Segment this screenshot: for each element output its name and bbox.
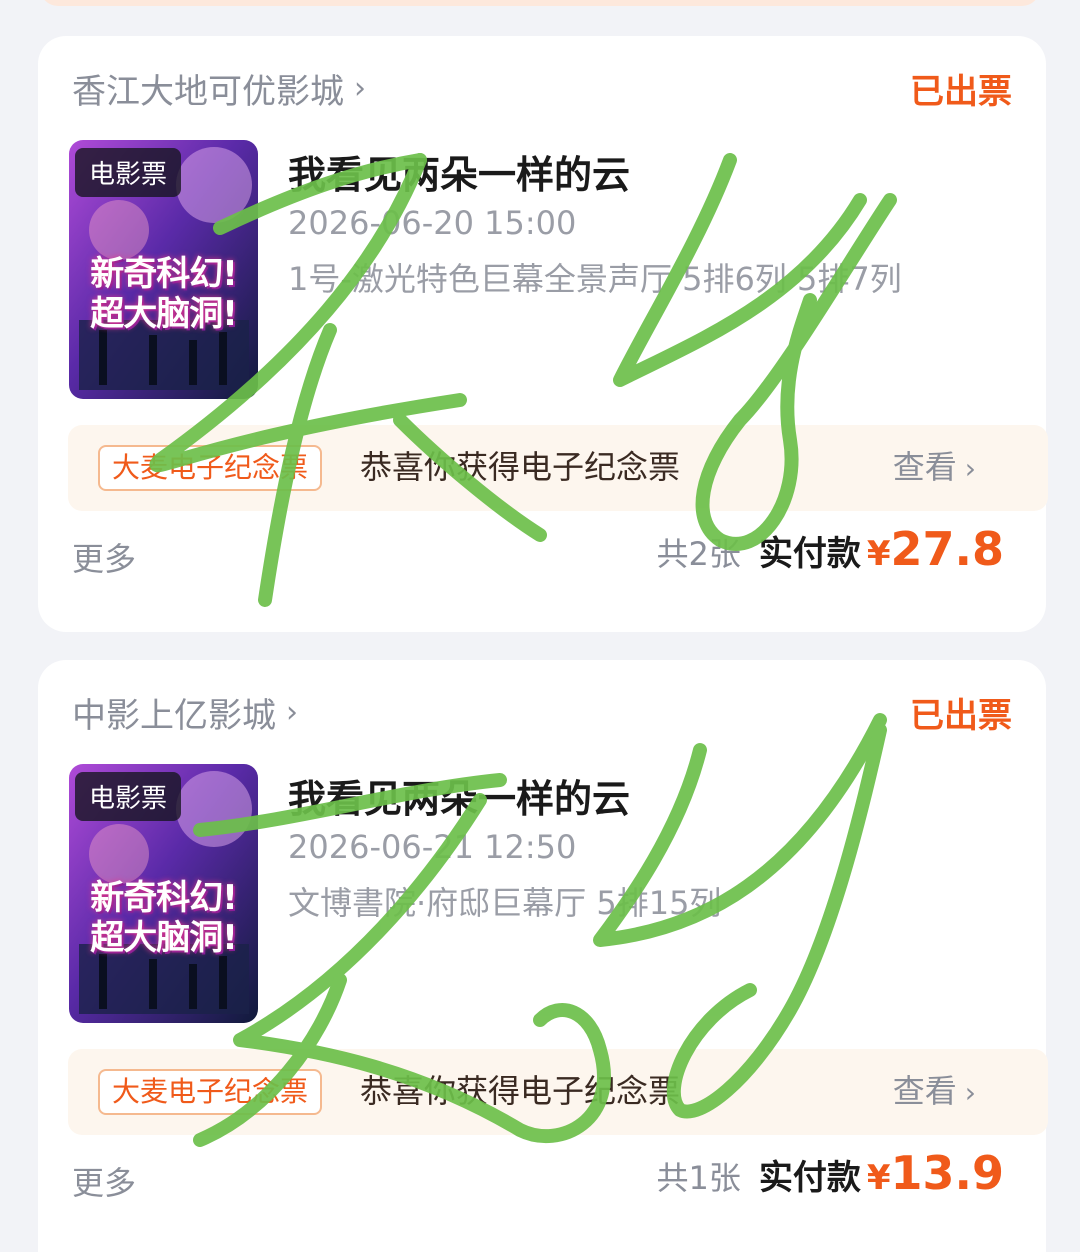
cinema-name: 香江大地可优影城	[72, 72, 344, 112]
poster-slogan-line: 超大脑洞!	[90, 918, 238, 958]
previous-card-edge	[40, 0, 1040, 6]
order-card[interactable]: 中影上亿影城 › 已出票 电影票 新奇科幻! 超大脑洞! 我看见两朵一样的云 2…	[38, 660, 1048, 1252]
souvenir-ticket-banner[interactable]: 大麦电子纪念票 恭喜你获得电子纪念票 查看 ›	[68, 425, 1048, 511]
hall-seat-info: 1号-激光特色巨幕全景声厅 5排6列 5排7列	[288, 260, 902, 298]
more-button[interactable]: 更多	[72, 1158, 136, 1204]
chevron-right-icon: ›	[964, 1076, 976, 1109]
payment-summary: 共2张 实付款 ¥ 27.8	[656, 522, 1004, 576]
poster-slogan-line: 新奇科幻!	[90, 254, 238, 294]
payment-summary: 共1张 实付款 ¥ 13.9	[656, 1146, 1004, 1200]
poster-slogan: 新奇科幻! 超大脑洞!	[73, 878, 254, 958]
ticket-status: 已出票	[910, 72, 1012, 112]
cinema-link[interactable]: 香江大地可优影城 ›	[72, 64, 366, 113]
souvenir-tag: 大麦电子纪念票	[98, 445, 323, 491]
chevron-right-icon: ›	[286, 695, 298, 730]
movie-title: 我看见两朵一样的云	[288, 777, 631, 821]
poster-slogan: 新奇科幻! 超大脑洞!	[73, 254, 254, 334]
order-list-page: 香江大地可优影城 › 已出票 电影票 新奇科幻! 超大脑洞! 我看见两朵一样的云…	[0, 0, 1080, 1252]
souvenir-text: 恭喜你获得电子纪念票	[360, 448, 681, 486]
hall-seat-info: 文博書院·府邸巨幕厅 5排15列	[288, 884, 722, 922]
chevron-right-icon: ›	[354, 71, 366, 106]
chevron-right-icon: ›	[964, 452, 976, 485]
currency-symbol: ¥	[866, 534, 891, 574]
show-time: 2026-06-20 15:00	[288, 204, 577, 242]
paid-label: 实付款	[758, 534, 861, 574]
more-button[interactable]: 更多	[72, 534, 136, 580]
movie-title: 我看见两朵一样的云	[288, 153, 631, 197]
order-card[interactable]: 香江大地可优影城 › 已出票 电影票 新奇科幻! 超大脑洞! 我看见两朵一样的云…	[38, 36, 1048, 632]
souvenir-ticket-banner[interactable]: 大麦电子纪念票 恭喜你获得电子纪念票 查看 ›	[68, 1049, 1048, 1135]
ticket-count: 共1张	[656, 1159, 741, 1197]
souvenir-text: 恭喜你获得电子纪念票	[360, 1072, 681, 1110]
view-souvenir-link[interactable]: 查看 ›	[893, 445, 976, 491]
poster-badge: 电影票	[75, 148, 182, 197]
ticket-count: 共2张	[656, 535, 741, 573]
movie-poster[interactable]: 电影票 新奇科幻! 超大脑洞!	[69, 140, 258, 399]
poster-badge: 电影票	[75, 772, 182, 821]
paid-amount: 13.9	[890, 1146, 1005, 1200]
show-time: 2026-06-21 12:50	[288, 828, 577, 866]
paid-label: 实付款	[758, 1158, 861, 1198]
currency-symbol: ¥	[866, 1158, 891, 1198]
cinema-link[interactable]: 中影上亿影城 ›	[72, 688, 298, 737]
poster-slogan-line: 超大脑洞!	[90, 294, 238, 334]
view-label: 查看	[892, 448, 957, 486]
movie-poster[interactable]: 电影票 新奇科幻! 超大脑洞!	[69, 764, 258, 1023]
view-souvenir-link[interactable]: 查看 ›	[893, 1069, 976, 1115]
cinema-name: 中影上亿影城	[72, 696, 276, 736]
souvenir-tag: 大麦电子纪念票	[98, 1069, 323, 1115]
ticket-status: 已出票	[910, 696, 1012, 736]
poster-slogan-line: 新奇科幻!	[90, 878, 238, 918]
paid-amount: 27.8	[890, 522, 1005, 576]
view-label: 查看	[892, 1072, 957, 1110]
